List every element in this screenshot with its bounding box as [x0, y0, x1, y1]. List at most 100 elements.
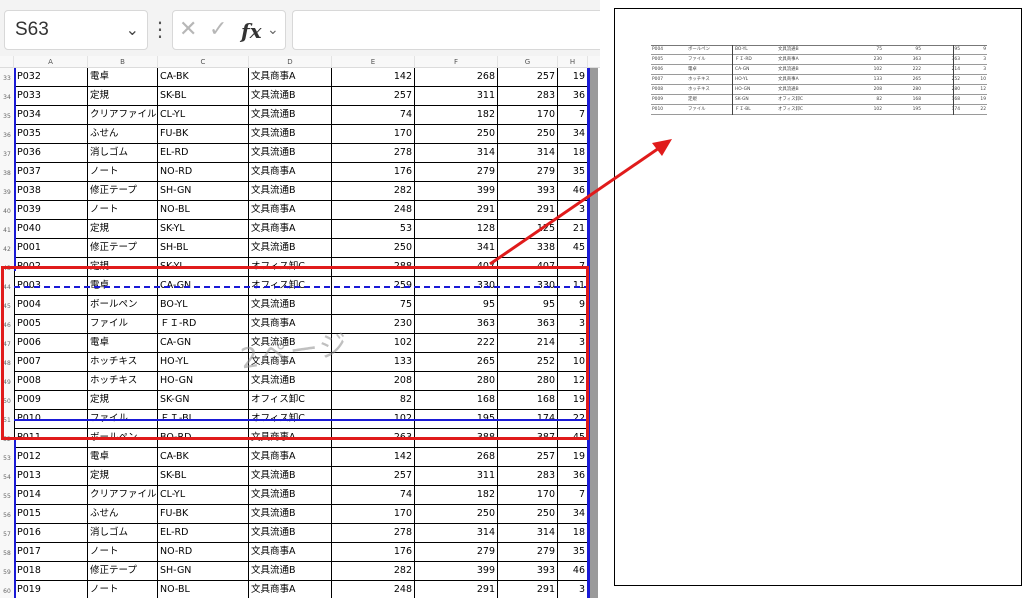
cell-e37[interactable]: 278	[332, 144, 415, 163]
column-header-f[interactable]: F	[415, 56, 498, 68]
cell-e34[interactable]: 257	[332, 87, 415, 106]
cell-f35[interactable]: 182	[415, 106, 498, 125]
name-box[interactable]: S63 ⌄	[4, 10, 148, 50]
cell-g58[interactable]: 279	[498, 543, 558, 562]
cell-h40[interactable]: 3	[558, 201, 588, 220]
cell-g59[interactable]: 393	[498, 562, 558, 581]
row-number[interactable]: 40	[0, 201, 14, 220]
cell-e59[interactable]: 282	[332, 562, 415, 581]
cell-g42[interactable]: 338	[498, 239, 558, 258]
chevron-down-icon[interactable]: ⌄	[126, 20, 139, 39]
cell-a56[interactable]: P015	[14, 505, 88, 524]
cell-h34[interactable]: 36	[558, 87, 588, 106]
cell-c54[interactable]: SK-BL	[158, 467, 249, 486]
cell-a55[interactable]: P014	[14, 486, 88, 505]
cell-h42[interactable]: 45	[558, 239, 588, 258]
cell-d36[interactable]: 文具流通B	[249, 125, 332, 144]
cell-g40[interactable]: 291	[498, 201, 558, 220]
row-number[interactable]: 35	[0, 106, 14, 125]
cell-h39[interactable]: 46	[558, 182, 588, 201]
cell-b42[interactable]: 修正テープ	[88, 239, 158, 258]
cell-e36[interactable]: 170	[332, 125, 415, 144]
cell-e54[interactable]: 257	[332, 467, 415, 486]
row-number[interactable]: 33	[0, 68, 14, 87]
cell-g37[interactable]: 314	[498, 144, 558, 163]
cell-b37[interactable]: 消しゴム	[88, 144, 158, 163]
cell-a60[interactable]: P019	[14, 581, 88, 598]
row-number[interactable]: 36	[0, 125, 14, 144]
row-number[interactable]: 42	[0, 239, 14, 258]
cell-e38[interactable]: 176	[332, 163, 415, 182]
cell-c40[interactable]: NO-BL	[158, 201, 249, 220]
cell-f36[interactable]: 250	[415, 125, 498, 144]
cell-d42[interactable]: 文具流通B	[249, 239, 332, 258]
cell-g57[interactable]: 314	[498, 524, 558, 543]
cell-e35[interactable]: 74	[332, 106, 415, 125]
cell-c41[interactable]: SK-YL	[158, 220, 249, 239]
cell-g60[interactable]: 291	[498, 581, 558, 598]
cell-c59[interactable]: SH-GN	[158, 562, 249, 581]
cell-b39[interactable]: 修正テープ	[88, 182, 158, 201]
vertical-dots-icon[interactable]: ⋮	[150, 14, 170, 46]
cell-f53[interactable]: 268	[415, 448, 498, 467]
cell-h35[interactable]: 7	[558, 106, 588, 125]
cell-d55[interactable]: 文具流通B	[249, 486, 332, 505]
cell-b34[interactable]: 定規	[88, 87, 158, 106]
cell-b55[interactable]: クリアファイル	[88, 486, 158, 505]
fx-icon[interactable]: fx	[241, 19, 262, 43]
cell-d56[interactable]: 文具流通B	[249, 505, 332, 524]
cell-c53[interactable]: CA-BK	[158, 448, 249, 467]
row-number[interactable]: 58	[0, 543, 14, 562]
cell-g36[interactable]: 250	[498, 125, 558, 144]
cell-h36[interactable]: 34	[558, 125, 588, 144]
row-number[interactable]: 53	[0, 448, 14, 467]
column-header-e[interactable]: E	[332, 56, 415, 68]
cell-c37[interactable]: EL-RD	[158, 144, 249, 163]
cell-d59[interactable]: 文具流通B	[249, 562, 332, 581]
row-number[interactable]: 60	[0, 581, 14, 598]
cell-e40[interactable]: 248	[332, 201, 415, 220]
cell-b33[interactable]: 電卓	[88, 68, 158, 87]
fx-chevron-down-icon[interactable]: ⌄	[267, 22, 279, 38]
cell-c38[interactable]: NO-RD	[158, 163, 249, 182]
cell-h54[interactable]: 36	[558, 467, 588, 486]
cell-e39[interactable]: 282	[332, 182, 415, 201]
cell-e41[interactable]: 53	[332, 220, 415, 239]
cell-h53[interactable]: 19	[558, 448, 588, 467]
cell-a53[interactable]: P012	[14, 448, 88, 467]
cell-c42[interactable]: SH-BL	[158, 239, 249, 258]
cell-b56[interactable]: ふせん	[88, 505, 158, 524]
cell-a42[interactable]: P001	[14, 239, 88, 258]
cell-g55[interactable]: 170	[498, 486, 558, 505]
cell-a40[interactable]: P039	[14, 201, 88, 220]
cell-h38[interactable]: 35	[558, 163, 588, 182]
row-number[interactable]: 34	[0, 87, 14, 106]
cell-b59[interactable]: 修正テープ	[88, 562, 158, 581]
cell-e55[interactable]: 74	[332, 486, 415, 505]
cell-g41[interactable]: 125	[498, 220, 558, 239]
cell-b41[interactable]: 定規	[88, 220, 158, 239]
cell-g53[interactable]: 257	[498, 448, 558, 467]
cell-d34[interactable]: 文具流通B	[249, 87, 332, 106]
cell-g39[interactable]: 393	[498, 182, 558, 201]
cell-f37[interactable]: 314	[415, 144, 498, 163]
column-header-h[interactable]: H	[558, 56, 588, 68]
cell-f40[interactable]: 291	[415, 201, 498, 220]
cell-d39[interactable]: 文具流通B	[249, 182, 332, 201]
cell-d33[interactable]: 文具商事A	[249, 68, 332, 87]
cell-a35[interactable]: P034	[14, 106, 88, 125]
column-header-d[interactable]: D	[249, 56, 332, 68]
row-number[interactable]: 55	[0, 486, 14, 505]
cell-c39[interactable]: SH-GN	[158, 182, 249, 201]
cell-h33[interactable]: 19	[558, 68, 588, 87]
cell-f39[interactable]: 399	[415, 182, 498, 201]
cell-b58[interactable]: ノート	[88, 543, 158, 562]
cell-f57[interactable]: 314	[415, 524, 498, 543]
cell-f34[interactable]: 311	[415, 87, 498, 106]
cell-g54[interactable]: 283	[498, 467, 558, 486]
cell-e42[interactable]: 250	[332, 239, 415, 258]
cell-e58[interactable]: 176	[332, 543, 415, 562]
cell-g35[interactable]: 170	[498, 106, 558, 125]
cell-d41[interactable]: 文具商事A	[249, 220, 332, 239]
cell-e53[interactable]: 142	[332, 448, 415, 467]
